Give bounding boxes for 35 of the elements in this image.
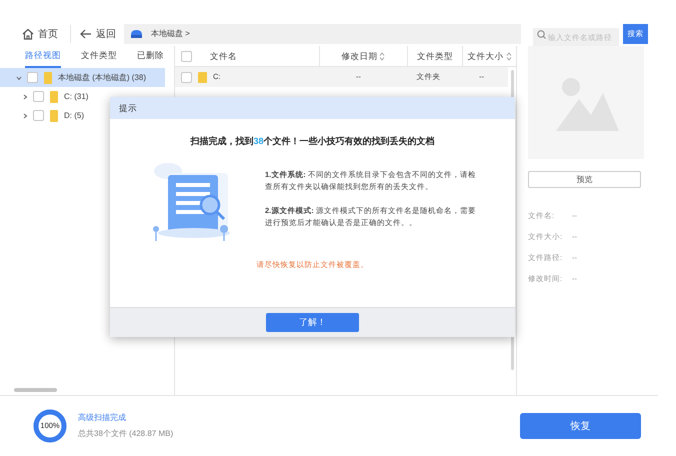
scrollbar [14, 388, 57, 392]
folder-icon [49, 110, 59, 122]
path-text: 本地磁盘 > [151, 28, 190, 40]
restore-button[interactable]: 恢复 [520, 413, 641, 439]
column-header[interactable]: 文件类型 [407, 46, 462, 66]
column-header[interactable]: 修改日期 [318, 46, 408, 66]
dialog-title: 提示 [119, 102, 137, 114]
tree-item[interactable]: 本地磁盘 (本地磁盘) (38) [0, 68, 165, 87]
chevron-right-icon [22, 94, 28, 100]
view-tab[interactable]: 已删除 [137, 49, 164, 68]
folder-icon [43, 72, 53, 84]
folder-icon [49, 90, 59, 102]
checkbox[interactable] [27, 72, 38, 83]
preview-button[interactable]: 预览 [528, 171, 641, 188]
folder-icon [198, 72, 207, 82]
dialog-heading: 扫描完成，找到38个文件！一些小技巧有效的找到丢失的文档 [189, 135, 436, 148]
arrow-left-icon [80, 29, 92, 39]
checkbox[interactable] [33, 110, 44, 121]
home-button[interactable]: 首页 [22, 26, 58, 42]
back-button[interactable]: 返回 [80, 26, 116, 42]
column-header[interactable]: 文件大小 [462, 46, 516, 66]
checkbox[interactable] [181, 72, 192, 82]
status-title: 高级扫描完成 [78, 412, 127, 424]
drive-icon [130, 29, 143, 39]
view-tab[interactable]: 文件类型 [81, 49, 117, 68]
file-summary: 总共38个文件 (428.87 MB) [78, 428, 174, 440]
home-icon [22, 28, 34, 40]
chevron-right-icon [22, 112, 28, 118]
address-bar[interactable]: 本地磁盘 > [124, 24, 521, 44]
search-icon [537, 30, 546, 39]
column-header[interactable]: 文件名 [191, 46, 319, 66]
chevron-down-icon [16, 74, 22, 80]
checkbox[interactable] [33, 91, 44, 102]
checkbox[interactable] [181, 50, 192, 62]
ok-button[interactable]: 了解！ [266, 313, 359, 332]
